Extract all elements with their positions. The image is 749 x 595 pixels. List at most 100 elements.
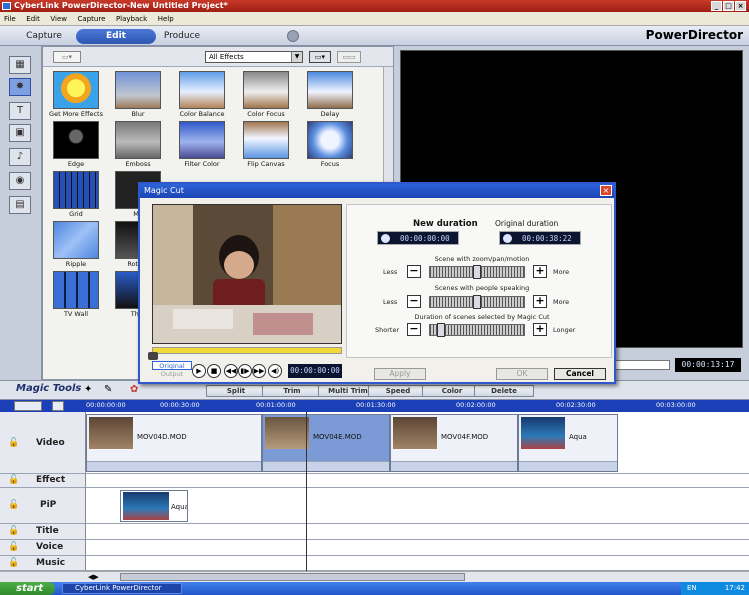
delete-button[interactable]: Delete — [474, 385, 534, 397]
effect-grid[interactable]: Grid — [47, 171, 105, 218]
library-options-button[interactable]: ▭▭ — [337, 51, 361, 63]
effect-ripple[interactable]: Ripple — [47, 221, 105, 268]
scroll-thumb[interactable] — [120, 573, 465, 581]
close-icon[interactable]: × — [735, 1, 746, 11]
effect-focus[interactable]: Focus — [301, 121, 359, 168]
lock-icon[interactable]: 🔓 — [8, 475, 19, 485]
volume-icon[interactable]: ◀) — [268, 364, 282, 378]
seek-handle-icon[interactable] — [148, 352, 158, 360]
increase-duration-button[interactable]: + — [533, 323, 547, 336]
disc-icon[interactable] — [287, 30, 299, 42]
menu-help[interactable]: Help — [154, 12, 178, 26]
transition-room-icon[interactable]: ▣ — [9, 124, 31, 142]
menu-capture[interactable]: Capture — [74, 12, 110, 26]
media-room-icon[interactable]: ▦ — [9, 56, 31, 74]
lock-icon[interactable]: 🔓 — [8, 526, 19, 536]
pip-clip[interactable]: Aqua — [120, 490, 188, 522]
effect-delay[interactable]: Delay — [301, 71, 359, 118]
slider-thumb[interactable] — [437, 323, 445, 337]
minimize-icon[interactable]: _ — [711, 1, 722, 11]
ok-button[interactable]: OK — [496, 368, 548, 380]
effect-tv-wall[interactable]: TV Wall — [47, 271, 105, 318]
effect-thumbnail — [115, 71, 161, 109]
video-clip-selected[interactable]: MOV04E.MOD — [262, 414, 390, 472]
close-icon[interactable]: × — [600, 185, 612, 196]
decrease-speaking-button[interactable]: − — [407, 295, 421, 308]
menu-view[interactable]: View — [46, 12, 71, 26]
clip-thumbnail — [521, 417, 565, 449]
color-button[interactable]: Color — [422, 385, 482, 397]
people-speaking-slider[interactable] — [429, 295, 525, 309]
menu-file[interactable]: File — [0, 12, 20, 26]
magic-fix-icon[interactable]: ✎ — [104, 384, 112, 395]
chapter-room-icon[interactable]: ▤ — [9, 196, 31, 214]
play-icon[interactable]: ▶ — [192, 364, 206, 378]
preview-seekbar[interactable] — [612, 360, 670, 370]
increase-zoom-button[interactable]: + — [533, 265, 547, 278]
timeline-ruler[interactable]: 00:00:00:00 00:00:30:00 00:01:00:00 00:0… — [0, 400, 749, 412]
effect-label: TV Wall — [63, 310, 89, 318]
prev-icon[interactable]: ◀◀ — [224, 364, 238, 378]
effect-flip-canvas[interactable]: Flip Canvas — [237, 121, 295, 168]
voice-room-icon[interactable]: ◉ — [9, 172, 31, 190]
trim-button[interactable]: Trim — [262, 385, 322, 397]
taskbar-app-button[interactable]: CyberLink PowerDirector — [62, 583, 182, 594]
step-icon[interactable]: ▮▶ — [238, 364, 252, 378]
effect-room-icon[interactable]: ✸ — [9, 78, 31, 96]
storyboard-view-button[interactable] — [14, 401, 42, 411]
timeline-scrollbar[interactable]: ◀▶ — [0, 571, 749, 582]
menu-edit[interactable]: Edit — [22, 12, 44, 26]
speed-button[interactable]: Speed — [368, 385, 428, 397]
scene-duration-slider[interactable] — [429, 323, 525, 337]
folder-button[interactable]: ▭▾ — [53, 51, 81, 63]
magic-wand-icon[interactable]: ✦ — [84, 384, 92, 395]
effect-color-focus[interactable]: Color Focus — [237, 71, 295, 118]
clock-icon — [503, 234, 512, 243]
tab-produce[interactable]: Produce — [142, 29, 222, 44]
decrease-zoom-button[interactable]: − — [407, 265, 421, 278]
video-clip[interactable]: Aqua — [518, 414, 618, 472]
stop-icon[interactable]: ■ — [207, 364, 221, 378]
track-pip: 🔓 PiP Aqua — [0, 488, 749, 524]
timeline-view-button[interactable] — [52, 401, 64, 411]
slider-thumb[interactable] — [473, 265, 481, 279]
lock-icon[interactable]: 🔓 — [8, 438, 19, 448]
apply-button[interactable]: Apply — [374, 368, 426, 380]
maximize-icon[interactable]: □ — [723, 1, 734, 11]
preview-timecode: 00:00:13:17 — [675, 358, 741, 372]
effect-edge[interactable]: Edge — [47, 121, 105, 168]
effect-emboss[interactable]: Emboss — [109, 121, 167, 168]
zoom-pan-slider[interactable] — [429, 265, 525, 279]
menu-playback[interactable]: Playback — [112, 12, 151, 26]
taskbar: start CyberLink PowerDirector EN 17:42 — [0, 582, 749, 595]
effect-filter-select[interactable]: All Effects ▼ — [205, 51, 303, 63]
lock-icon[interactable]: 🔓 — [8, 542, 19, 552]
lock-icon[interactable]: 🔓 — [8, 558, 19, 568]
start-button[interactable]: start — [0, 582, 55, 595]
magic-style-icon[interactable]: ✿ — [130, 384, 138, 395]
video-clip[interactable]: MOV04F.MOD — [390, 414, 518, 472]
scroll-left-icon[interactable]: ◀▶ — [88, 573, 99, 581]
audio-room-icon[interactable]: ♪ — [9, 148, 31, 166]
tab-capture[interactable]: Capture — [4, 29, 84, 44]
effect-color-balance[interactable]: Color Balance — [173, 71, 231, 118]
slider-thumb[interactable] — [473, 295, 481, 309]
increase-speaking-button[interactable]: + — [533, 295, 547, 308]
output-tab[interactable]: Output — [152, 370, 192, 379]
split-button[interactable]: Split — [206, 385, 266, 397]
effect-blur[interactable]: Blur — [109, 71, 167, 118]
effect-filter-color[interactable]: Filter Color — [173, 121, 231, 168]
next-icon[interactable]: ▶▶ — [252, 364, 266, 378]
title-room-icon[interactable]: T — [9, 102, 31, 120]
cancel-button[interactable]: Cancel — [554, 368, 606, 380]
dialog-seekbar[interactable] — [152, 347, 342, 354]
effect-get-more[interactable]: Get More Effects — [47, 71, 105, 118]
original-tab[interactable]: Original — [152, 361, 192, 370]
language-indicator[interactable]: EN — [687, 582, 697, 595]
playhead-line[interactable] — [306, 412, 307, 571]
decrease-duration-button[interactable]: − — [407, 323, 421, 336]
lock-icon[interactable]: 🔓 — [8, 500, 19, 510]
track-header: 🔓 Voice — [0, 540, 86, 555]
view-mode-button[interactable]: ▭▾ — [309, 51, 331, 63]
video-clip[interactable]: MOV04D.MOD — [86, 414, 262, 472]
